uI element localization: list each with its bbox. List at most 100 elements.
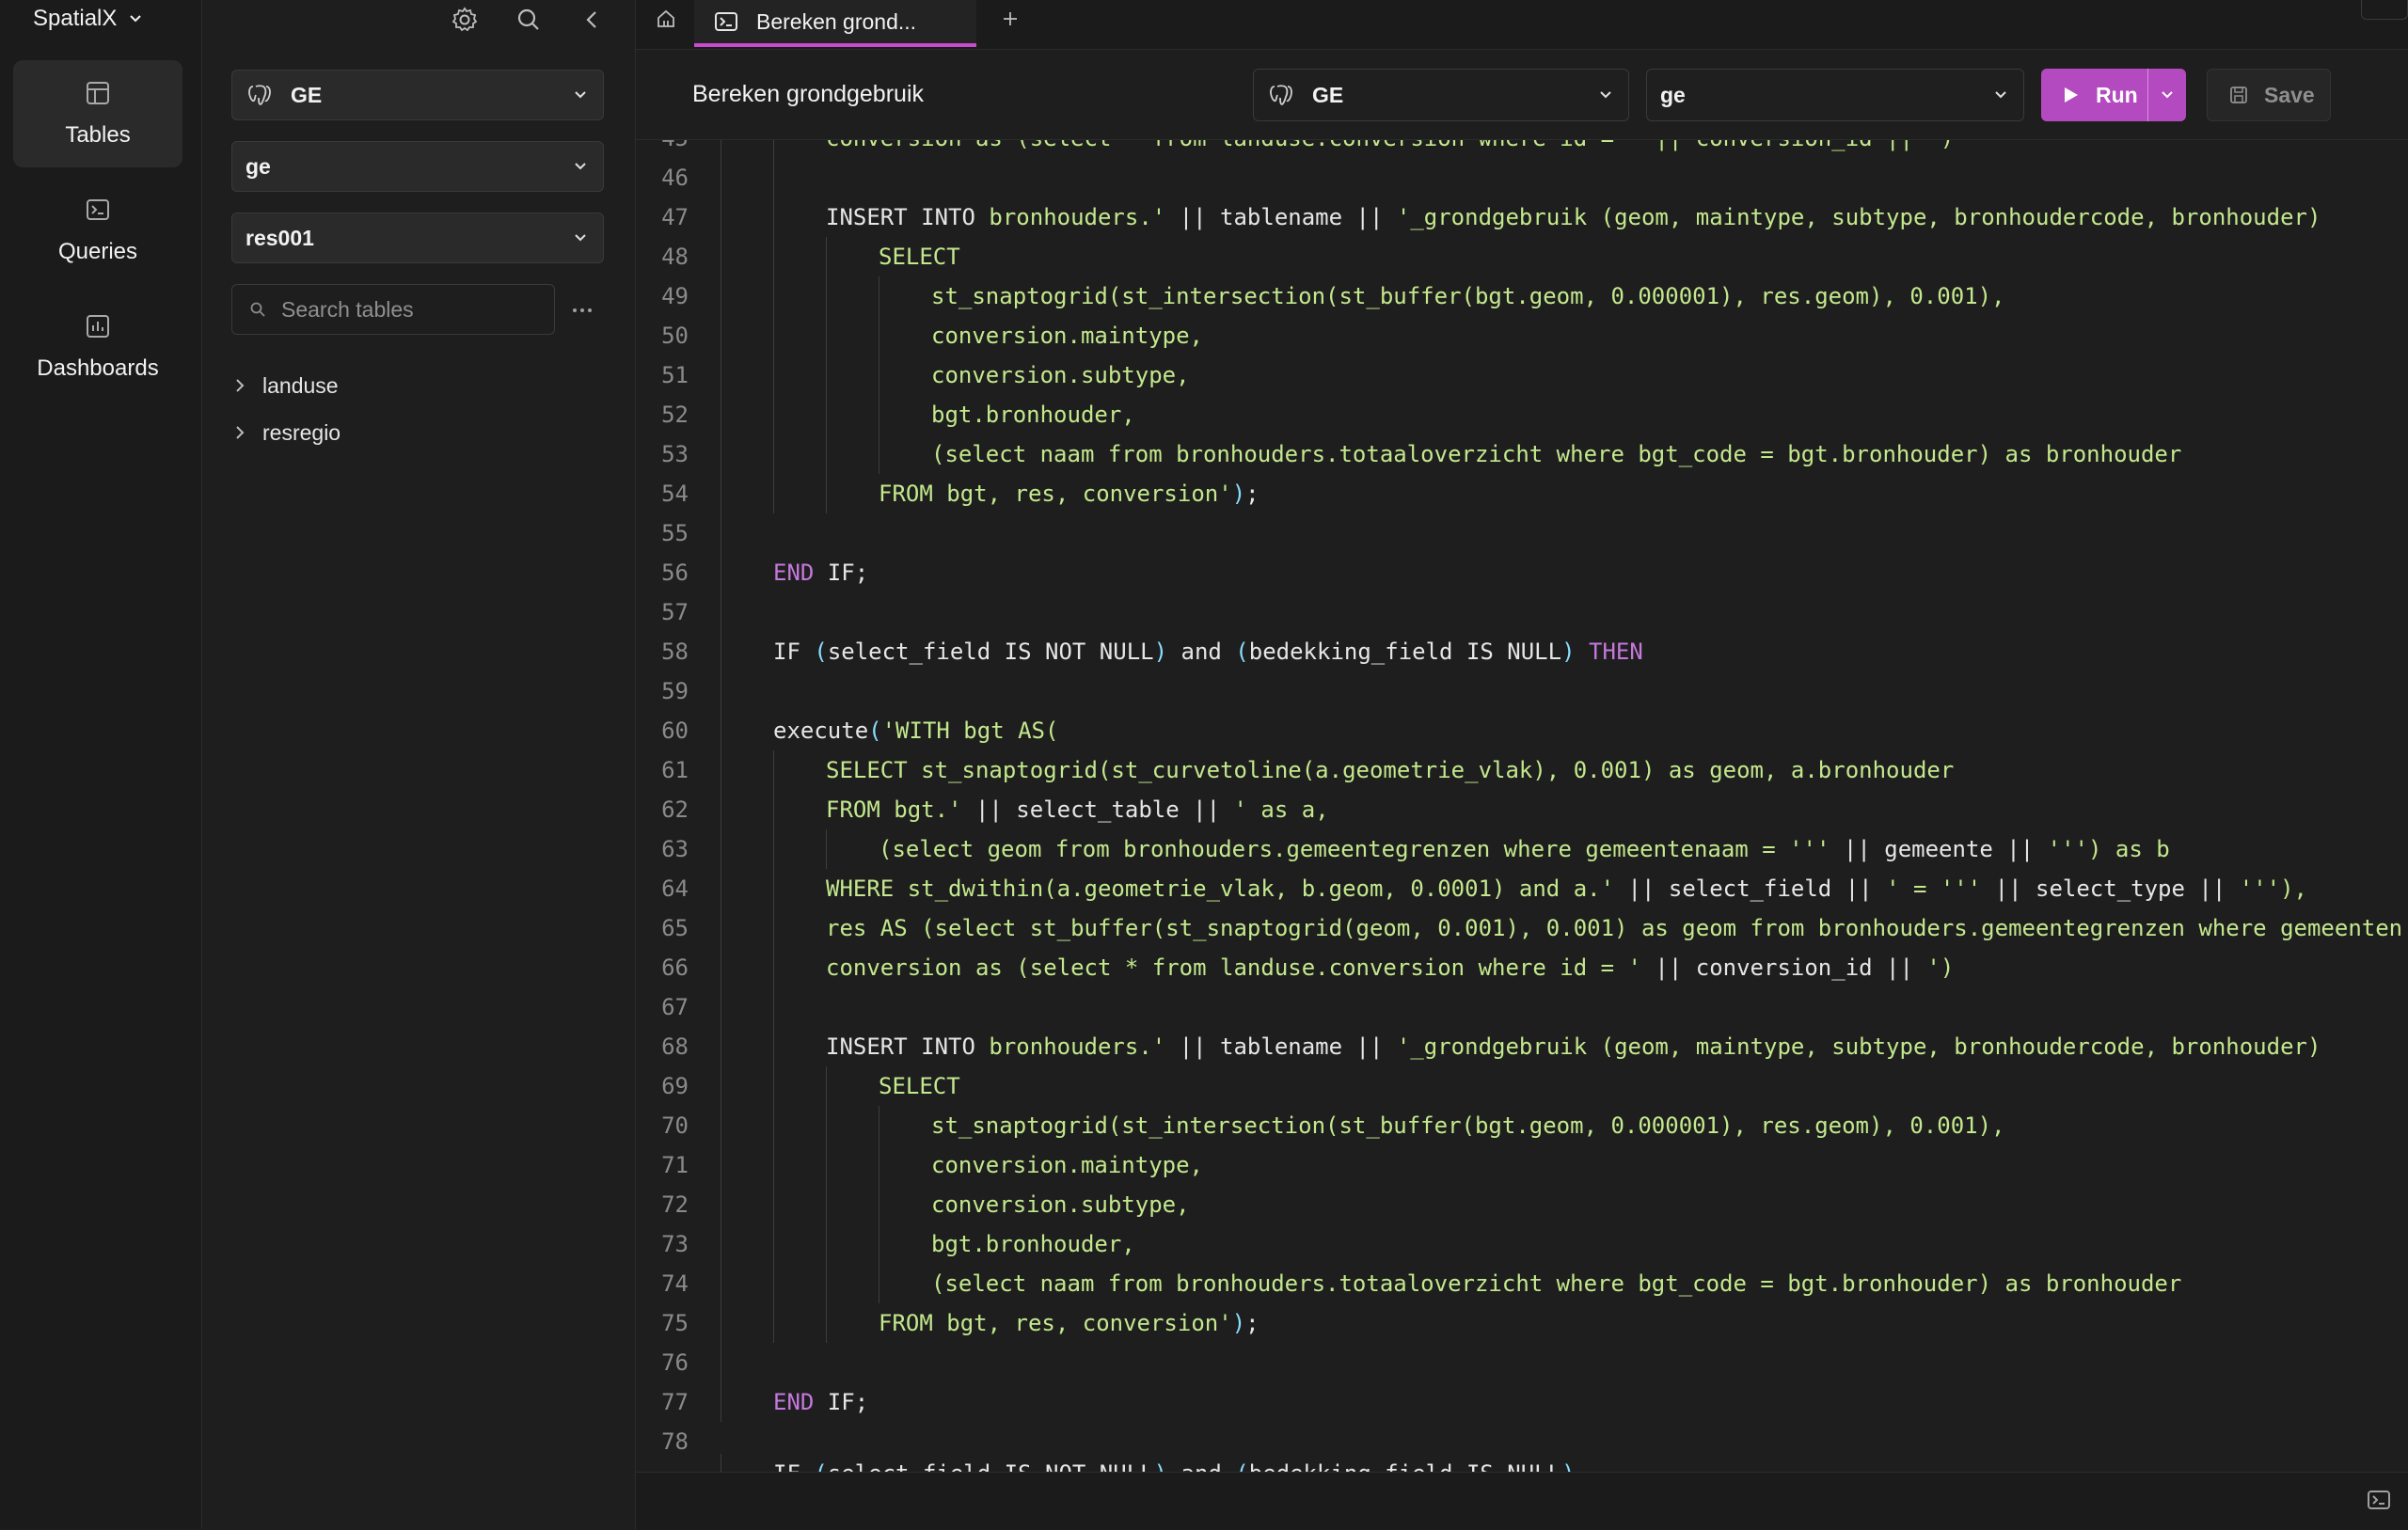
- code-line: 52 bgt.bronhouder,: [636, 395, 2408, 434]
- code-token: bgt.bronhouder,: [931, 1231, 1135, 1257]
- tree-item-resregio[interactable]: resregio: [230, 414, 341, 451]
- schema-select[interactable]: res001: [231, 213, 604, 263]
- line-number: 67: [661, 994, 689, 1020]
- play-icon: [2060, 85, 2081, 105]
- code-token: IF: [773, 639, 815, 665]
- code-text: bgt.bronhouder,: [721, 395, 1135, 434]
- code-token: ;: [1245, 1310, 1259, 1336]
- code-token: INSERT INTO: [826, 1033, 990, 1060]
- code-text: END IF;: [721, 553, 868, 592]
- line-number: 73: [661, 1231, 689, 1257]
- code-token: ''') as b: [2047, 836, 2170, 862]
- code-token: || tablename ||: [1179, 1033, 1397, 1060]
- chevron-down-icon: [571, 86, 590, 104]
- nav-item-tables[interactable]: Tables: [13, 60, 182, 167]
- collapse-panel-icon[interactable]: [577, 4, 609, 36]
- code-token: SELECT: [879, 244, 960, 270]
- code-token: '_grondgebruik (geom, maintype, subtype,…: [1396, 1033, 2321, 1060]
- line-number: 71: [661, 1152, 689, 1178]
- more-options-icon[interactable]: [569, 297, 595, 323]
- code-text: conversion.subtype,: [721, 1185, 1190, 1224]
- connection-select[interactable]: GE: [231, 70, 604, 120]
- line-number: 56: [661, 560, 689, 586]
- save-label: Save: [2264, 82, 2315, 107]
- code-text: bgt.bronhouder,: [721, 1224, 1135, 1264]
- home-icon[interactable]: [653, 6, 679, 32]
- code-token: FROM bgt, res, conversion': [879, 1310, 1232, 1336]
- code-token: conversion.subtype,: [931, 1191, 1190, 1218]
- code-token: ;: [1245, 481, 1259, 507]
- gear-icon[interactable]: [449, 4, 481, 36]
- line-number: 76: [661, 1349, 689, 1376]
- plus-icon[interactable]: [997, 6, 1023, 32]
- code-token: ): [1153, 639, 1168, 665]
- code-token: THEN: [1575, 639, 1643, 665]
- postgres-icon: [246, 81, 274, 109]
- code-line: 55: [636, 513, 2408, 553]
- code-text: END IF;: [721, 1382, 868, 1422]
- code-token: || gemeente ||: [1843, 836, 2048, 862]
- line-number: 72: [661, 1191, 689, 1218]
- line-number: 48: [661, 244, 689, 270]
- line-number: 47: [661, 204, 689, 230]
- code-line: 67: [636, 987, 2408, 1027]
- nav-item-queries[interactable]: Queries: [13, 177, 182, 284]
- code-token: SELECT: [879, 1073, 960, 1099]
- code-line: 47 INSERT INTO bronhouders.' || tablename…: [636, 197, 2408, 237]
- code-token: conversion as (select * from landuse.con…: [826, 954, 1656, 981]
- nav-item-dashboards[interactable]: Dashboards: [13, 293, 182, 401]
- chevron-right-icon: [230, 376, 249, 395]
- run-button[interactable]: Run: [2041, 69, 2147, 121]
- code-line: 66 conversion as (select * from landuse.c…: [636, 948, 2408, 987]
- query-database-select[interactable]: ge: [1646, 69, 2024, 121]
- query-connection-value: GE: [1312, 82, 1344, 107]
- run-options-button[interactable]: [2148, 69, 2186, 121]
- database-select[interactable]: ge: [231, 141, 604, 192]
- code-token: END: [773, 560, 828, 586]
- query-title[interactable]: Bereken grondgebruik: [692, 50, 924, 139]
- terminal-icon[interactable]: [2365, 1486, 2393, 1514]
- code-token: ): [1231, 1310, 1246, 1336]
- code-token: (: [868, 718, 882, 744]
- code-token: bedekking_field IS NULL: [1248, 639, 1562, 665]
- line-number: 61: [661, 757, 689, 783]
- code-text: st_snaptogrid(st_intersection(st_buffer(…: [721, 276, 2005, 316]
- search-tables-input[interactable]: [279, 295, 547, 323]
- line-number: 51: [661, 362, 689, 388]
- code-line: 58 IF (select_field IS NOT NULL) and (bed…: [636, 632, 2408, 671]
- window-corner-button[interactable]: [2361, 0, 2408, 20]
- code-line: 49 st_snaptogrid(st_intersection(st_buffe…: [636, 276, 2408, 316]
- code-token: '''),: [2239, 875, 2307, 902]
- app-switcher[interactable]: SpatialX: [33, 0, 145, 38]
- tab-query[interactable]: Bereken grond...: [694, 0, 976, 47]
- tables-panel: GE ge res001 landuse resregio: [202, 0, 636, 1529]
- line-number: 63: [661, 836, 689, 862]
- line-number: 52: [661, 402, 689, 428]
- code-token: ): [1231, 481, 1246, 507]
- line-number: 58: [661, 639, 689, 665]
- code-line: 65 res AS (select st_buffer(st_snaptogrid…: [636, 908, 2408, 948]
- query-connection-select[interactable]: GE: [1253, 69, 1629, 121]
- tab-bar: Bereken grond...: [636, 0, 2408, 50]
- code-line: 72 conversion.subtype,: [636, 1185, 2408, 1224]
- line-number: 57: [661, 599, 689, 625]
- code-token: WHERE st_dwithin(a.geometrie_vlak, b.geo…: [826, 875, 1628, 902]
- tree-item-landuse[interactable]: landuse: [230, 367, 339, 404]
- code-line: 73 bgt.bronhouder,: [636, 1224, 2408, 1264]
- chevron-down-icon: [1991, 86, 2010, 104]
- code-editor[interactable]: 45 conversion as (select * from landuse.…: [636, 140, 2408, 1472]
- code-line: 61 SELECT st_snaptogrid(st_curvetoline(a.…: [636, 750, 2408, 790]
- chevron-down-icon: [571, 157, 590, 176]
- code-text: FROM bgt, res, conversion');: [721, 474, 1259, 513]
- code-text: conversion.subtype,: [721, 355, 1190, 395]
- code-token: conversion.maintype,: [931, 323, 1203, 349]
- search-icon[interactable]: [513, 4, 545, 36]
- code-token: FROM bgt.': [826, 797, 975, 823]
- code-token: IF;: [827, 1389, 869, 1415]
- code-token: ' = ''': [1886, 875, 1995, 902]
- save-button[interactable]: Save: [2207, 69, 2331, 121]
- code-text: conversion.maintype,: [721, 316, 1203, 355]
- code-token: bronhouders.': [989, 204, 1180, 230]
- code-line: 51 conversion.subtype,: [636, 355, 2408, 395]
- chevron-down-icon: [126, 9, 145, 28]
